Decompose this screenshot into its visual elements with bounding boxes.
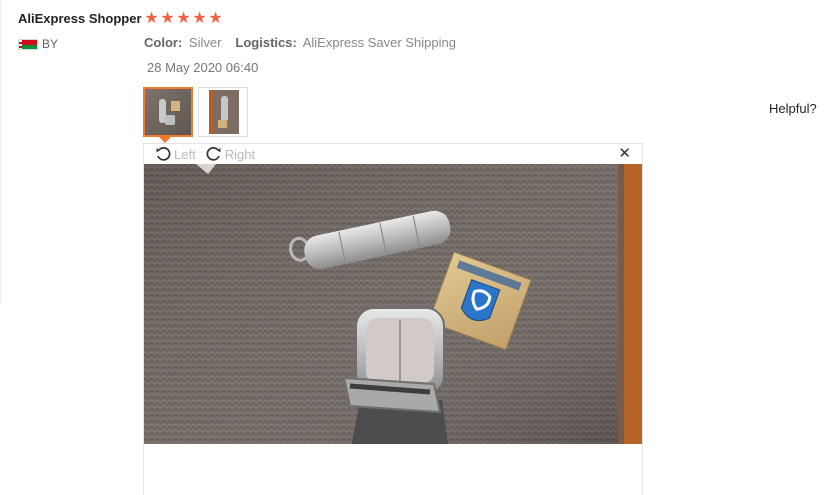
color-attribute: Color: Silver [144, 35, 221, 50]
rotate-left-label: Left [174, 146, 196, 162]
close-icon[interactable]: ✕ [618, 146, 631, 162]
star-icon: ★ [160, 10, 175, 27]
rotate-left-button[interactable]: Left [155, 146, 196, 162]
color-value: Silver [188, 35, 222, 50]
photo-thumbnail-2[interactable] [198, 87, 248, 137]
color-label: Color: [144, 35, 183, 50]
rotate-left-icon [155, 146, 171, 162]
reviewer-name: AliExpress Shopper [18, 11, 142, 26]
star-icon: ★ [192, 10, 207, 27]
rotate-right-icon [206, 146, 222, 162]
star-icon: ★ [176, 10, 191, 27]
star-icon: ★ [208, 10, 223, 27]
photo-thumbnail-1[interactable] [143, 87, 193, 137]
star-icon: ★ [144, 10, 159, 27]
logistics-label: Logistics: [235, 35, 297, 50]
review-attributes: Color: Silver Logistics: AliExpress Save… [144, 35, 456, 50]
review-item: AliExpress Shopper BY ★ ★ ★ ★ ★ Color: Silve… [0, 0, 828, 495]
review-photo [144, 164, 642, 444]
star-rating: ★ ★ ★ ★ ★ [144, 10, 223, 28]
rotate-right-label: Right [224, 146, 256, 162]
photo-viewer: Left Right ✕ [143, 143, 643, 495]
logistics-value: AliExpress Saver Shipping [302, 35, 456, 50]
viewer-toolbar: Left Right ✕ [144, 144, 642, 164]
reviewer-country: BY [18, 37, 58, 51]
logistics-attribute: Logistics: AliExpress Saver Shipping [235, 35, 456, 50]
rotate-right-button[interactable]: Right [206, 146, 255, 162]
divider [0, 0, 1, 305]
helpful-label[interactable]: Helpful? [769, 101, 817, 116]
belarus-flag-icon [18, 38, 38, 50]
country-code: BY [42, 37, 59, 51]
review-date: 28 May 2020 06:40 [147, 60, 259, 75]
